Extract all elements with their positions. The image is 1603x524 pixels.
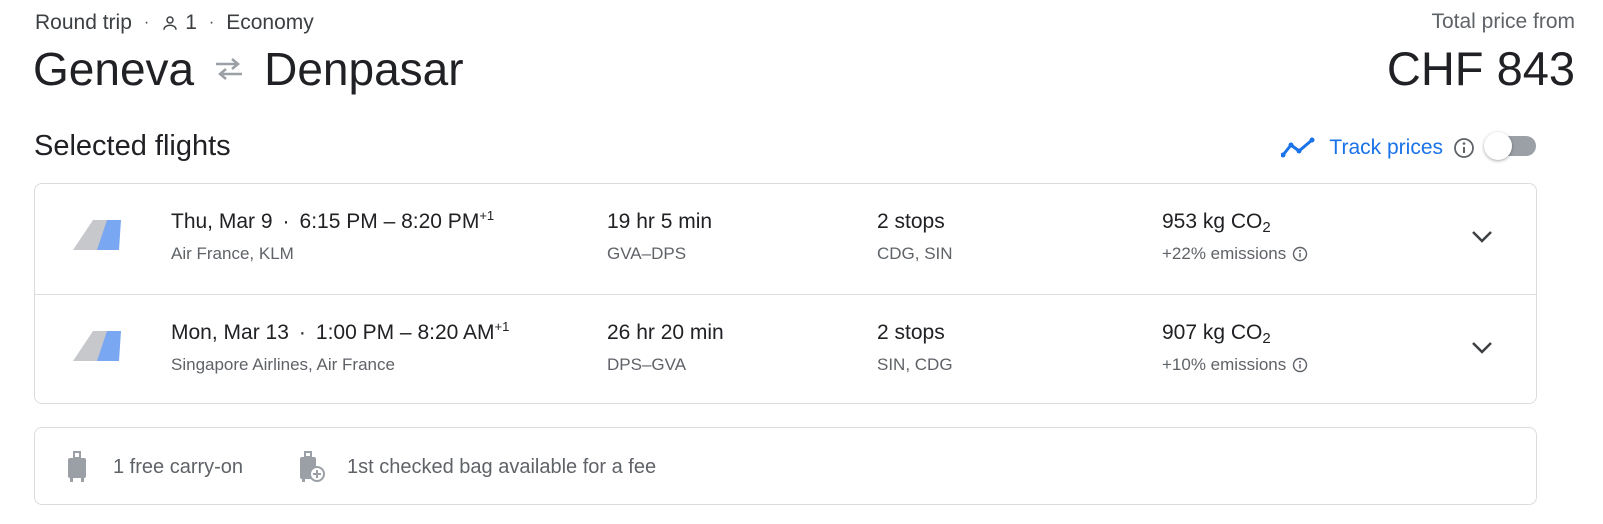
total-price: CHF 843 — [1386, 42, 1575, 95]
co2-amount: 907 kg CO — [1162, 321, 1263, 344]
price-label: Total price from — [1431, 10, 1575, 33]
track-prices-toggle[interactable] — [1484, 132, 1538, 162]
day-offset: +1 — [479, 208, 495, 223]
co2-subscript: 2 — [1262, 330, 1271, 347]
baggage-card: 1 free carry-on 1st checked bag availabl… — [34, 427, 1537, 505]
co2-value: 953 kg CO2 — [1162, 210, 1271, 236]
separator-dot: · — [143, 14, 150, 31]
person-icon — [163, 16, 177, 30]
flight-row-return[interactable]: Mon, Mar 13 · 1:00 PM – 8:20 AM+1 Singapor… — [35, 294, 1536, 404]
emissions-info: +10% emissions — [1162, 355, 1308, 375]
trip-meta: Round trip · 1 · Economy — [35, 10, 314, 36]
info-icon[interactable] — [1292, 357, 1308, 373]
separator-dot: · — [298, 321, 306, 344]
flight-duration: 26 hr 20 min — [607, 321, 724, 344]
carry-on-bag-icon — [68, 451, 86, 482]
origin-city: Geneva — [33, 43, 195, 95]
route-codes: DPS–GVA — [607, 355, 687, 374]
trend-line-icon — [1281, 137, 1315, 158]
emissions-label: +10% emissions — [1162, 355, 1287, 374]
trip-type[interactable]: Round trip — [35, 11, 132, 35]
airline-logo-icon — [73, 331, 121, 361]
chevron-down-icon[interactable] — [1467, 224, 1497, 248]
carry-on-info: 1 free carry-on — [63, 428, 243, 506]
route-title: Geneva Denpasar — [33, 41, 464, 97]
toggle-knob — [1484, 132, 1512, 160]
flight-times: 6:15 PM – 8:20 PM — [299, 210, 480, 233]
swap-arrows-icon — [216, 58, 243, 80]
airline-names: Air France, KLM — [171, 244, 294, 263]
passenger-count[interactable]: 1 — [185, 11, 197, 35]
checked-bag-info: 1st checked bag available for a fee — [297, 428, 656, 506]
flight-date: Mon, Mar 13 — [171, 321, 289, 344]
checked-bag-label: 1st checked bag available for a fee — [347, 455, 657, 478]
day-offset: +1 — [494, 319, 510, 334]
track-prices-label[interactable]: Track prices — [1329, 136, 1443, 160]
co2-amount: 953 kg CO — [1162, 210, 1263, 233]
stop-airports: CDG, SIN — [877, 244, 953, 263]
track-prices[interactable]: Track prices — [1281, 133, 1475, 163]
cabin-class[interactable]: Economy — [226, 11, 314, 35]
chevron-down-icon[interactable] — [1467, 335, 1497, 359]
flight-time: Thu, Mar 9 · 6:15 PM – 8:20 PM+1 — [171, 208, 495, 234]
checked-bag-icon — [300, 451, 325, 482]
airline-logo-icon — [73, 220, 121, 250]
stops-count: 2 stops — [877, 210, 945, 233]
info-icon[interactable] — [1453, 137, 1475, 159]
destination-city: Denpasar — [264, 43, 464, 95]
section-title: Selected flights — [34, 130, 231, 162]
info-icon[interactable] — [1292, 246, 1308, 262]
route-codes: GVA–DPS — [607, 244, 687, 263]
flight-time: Mon, Mar 13 · 1:00 PM – 8:20 AM+1 — [171, 319, 510, 345]
flight-duration: 19 hr 5 min — [607, 210, 713, 233]
flight-times: 1:00 PM – 8:20 AM — [315, 321, 495, 344]
separator-dot: · — [208, 14, 215, 31]
co2-value: 907 kg CO2 — [1162, 321, 1271, 347]
selected-flights-card: Thu, Mar 9 · 6:15 PM – 8:20 PM+1 Air Franc… — [34, 183, 1537, 404]
trip-header: Round trip · 1 · Economy Geneva Denpasar… — [33, 8, 1575, 98]
emissions-info: +22% emissions — [1162, 244, 1308, 264]
stops-count: 2 stops — [877, 321, 945, 344]
stop-airports: SIN, CDG — [877, 355, 953, 374]
flight-date: Thu, Mar 9 — [171, 210, 273, 233]
carry-on-label: 1 free carry-on — [113, 455, 244, 478]
emissions-label: +22% emissions — [1162, 244, 1287, 263]
airline-names: Singapore Airlines, Air France — [171, 355, 395, 374]
flight-row-outbound[interactable]: Thu, Mar 9 · 6:15 PM – 8:20 PM+1 Air Franc… — [35, 184, 1536, 294]
separator-dot: · — [282, 210, 290, 233]
co2-subscript: 2 — [1262, 219, 1271, 236]
